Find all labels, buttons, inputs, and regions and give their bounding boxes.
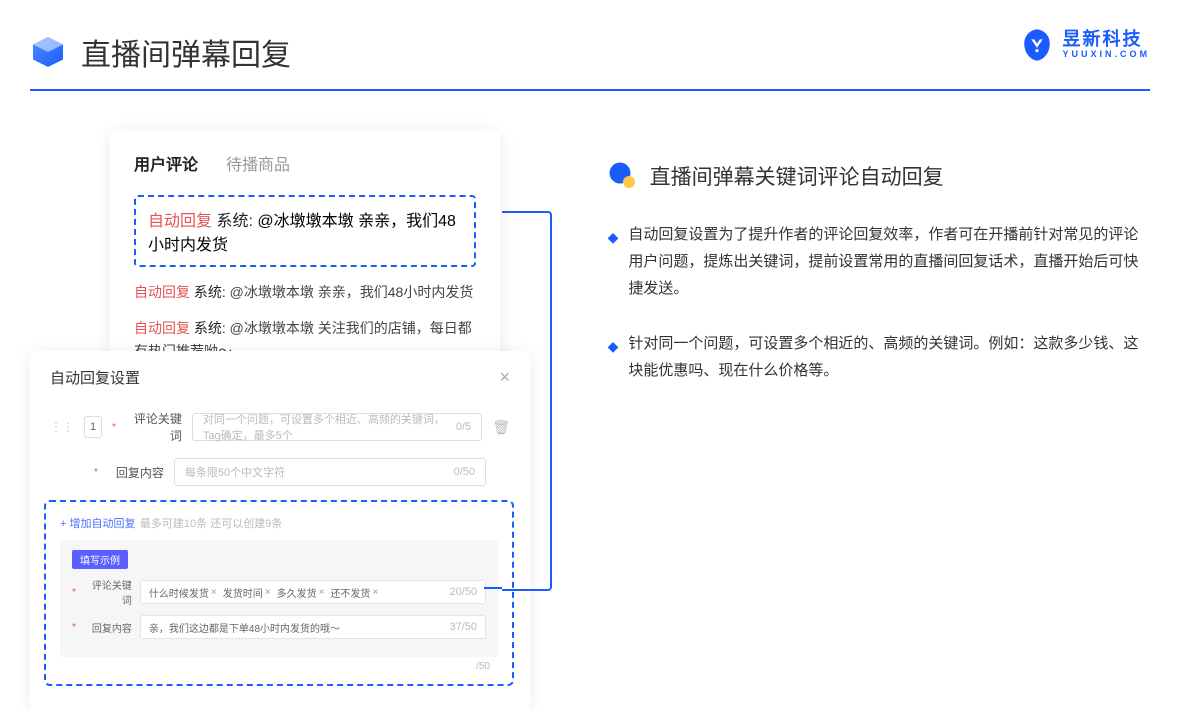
auto-reply-tag: 自动回复 <box>134 320 190 336</box>
reply-msg: @冰墩墩本墩 亲亲，我们48小时内发货 <box>230 284 474 300</box>
keyword-input[interactable]: 对同一个问题，可设置多个相近、高频的关键词，Tag确定，最多5个0/5 <box>192 413 482 441</box>
keyword-label: 评论关键词 <box>126 410 182 444</box>
tab-user-comments[interactable]: 用户评论 <box>134 151 198 175</box>
ex-keyword-input[interactable]: 什么时候发货× 发货时间× 多久发货× 还不发货× 20/50 <box>140 580 486 604</box>
chat-bubble-icon <box>608 161 638 191</box>
tag-chip: 还不发货× <box>330 585 378 600</box>
settings-title: 自动回复设置 <box>50 367 140 388</box>
required-mark: * <box>94 467 98 478</box>
required-mark: * <box>112 422 116 433</box>
settings-card: 自动回复设置 × ⋮⋮ 1 * 评论关键词 对同一个问题，可设置多个相近、高频的… <box>30 351 530 710</box>
ex-keyword-label: 评论关键词 <box>84 577 132 607</box>
bullet-text: 自动回复设置为了提升作者的评论回复效率，作者可在开播前针对常见的评论用户问题，提… <box>628 221 1150 302</box>
required-mark: * <box>72 587 76 598</box>
connector-line <box>502 211 552 591</box>
tag-chip: 多久发货× <box>277 585 325 600</box>
add-reply-link[interactable]: + 增加自动回复 <box>60 518 135 530</box>
brand-name: 昱新科技 <box>1062 30 1150 50</box>
bullet-text: 针对同一个问题，可设置多个相近的、高频的关键词。例如：这款多少钱、这块能优惠吗、… <box>628 330 1150 384</box>
count-footer: /50 <box>60 657 498 672</box>
row-number: 1 <box>84 416 102 438</box>
header-divider <box>30 89 1150 91</box>
cube-icon <box>30 34 66 70</box>
system-tag: 系统: <box>194 320 226 336</box>
add-hint: 最多可建10条 还可以创建9条 <box>140 518 282 530</box>
tab-pending-goods[interactable]: 待播商品 <box>226 151 290 175</box>
system-tag: 系统: <box>194 284 226 300</box>
tag-chip: 发货时间× <box>223 585 271 600</box>
system-tag: 系统: <box>216 213 252 230</box>
drag-handle-icon[interactable]: ⋮⋮ <box>50 420 74 434</box>
example-badge: 填写示例 <box>72 550 128 569</box>
content-label: 回复内容 <box>108 464 164 481</box>
auto-reply-tag: 自动回复 <box>148 213 212 230</box>
diamond-bullet-icon: ◆ <box>608 225 619 302</box>
ex-content-input[interactable]: 亲，我们这边都是下单48小时内发货的哦～37/50 <box>140 615 486 639</box>
brand-url: YUUXIN.COM <box>1062 50 1150 60</box>
diamond-bullet-icon: ◆ <box>608 334 619 384</box>
required-mark: * <box>72 622 76 633</box>
page-title: 直播间弹幕回复 <box>81 30 291 74</box>
content-input[interactable]: 每条限50个中文字符0/50 <box>174 458 486 486</box>
ex-content-label: 回复内容 <box>84 620 132 635</box>
brand-icon <box>1020 28 1054 62</box>
auto-reply-tag: 自动回复 <box>134 284 190 300</box>
tag-chip: 什么时候发货× <box>149 585 217 600</box>
brand-logo: 昱新科技YUUXIN.COM <box>1020 28 1150 62</box>
section-title: 直播间弹幕关键词评论自动回复 <box>650 161 944 191</box>
highlighted-reply: 自动回复 系统: @冰墩墩本墩 亲亲，我们48小时内发货 <box>134 195 476 267</box>
